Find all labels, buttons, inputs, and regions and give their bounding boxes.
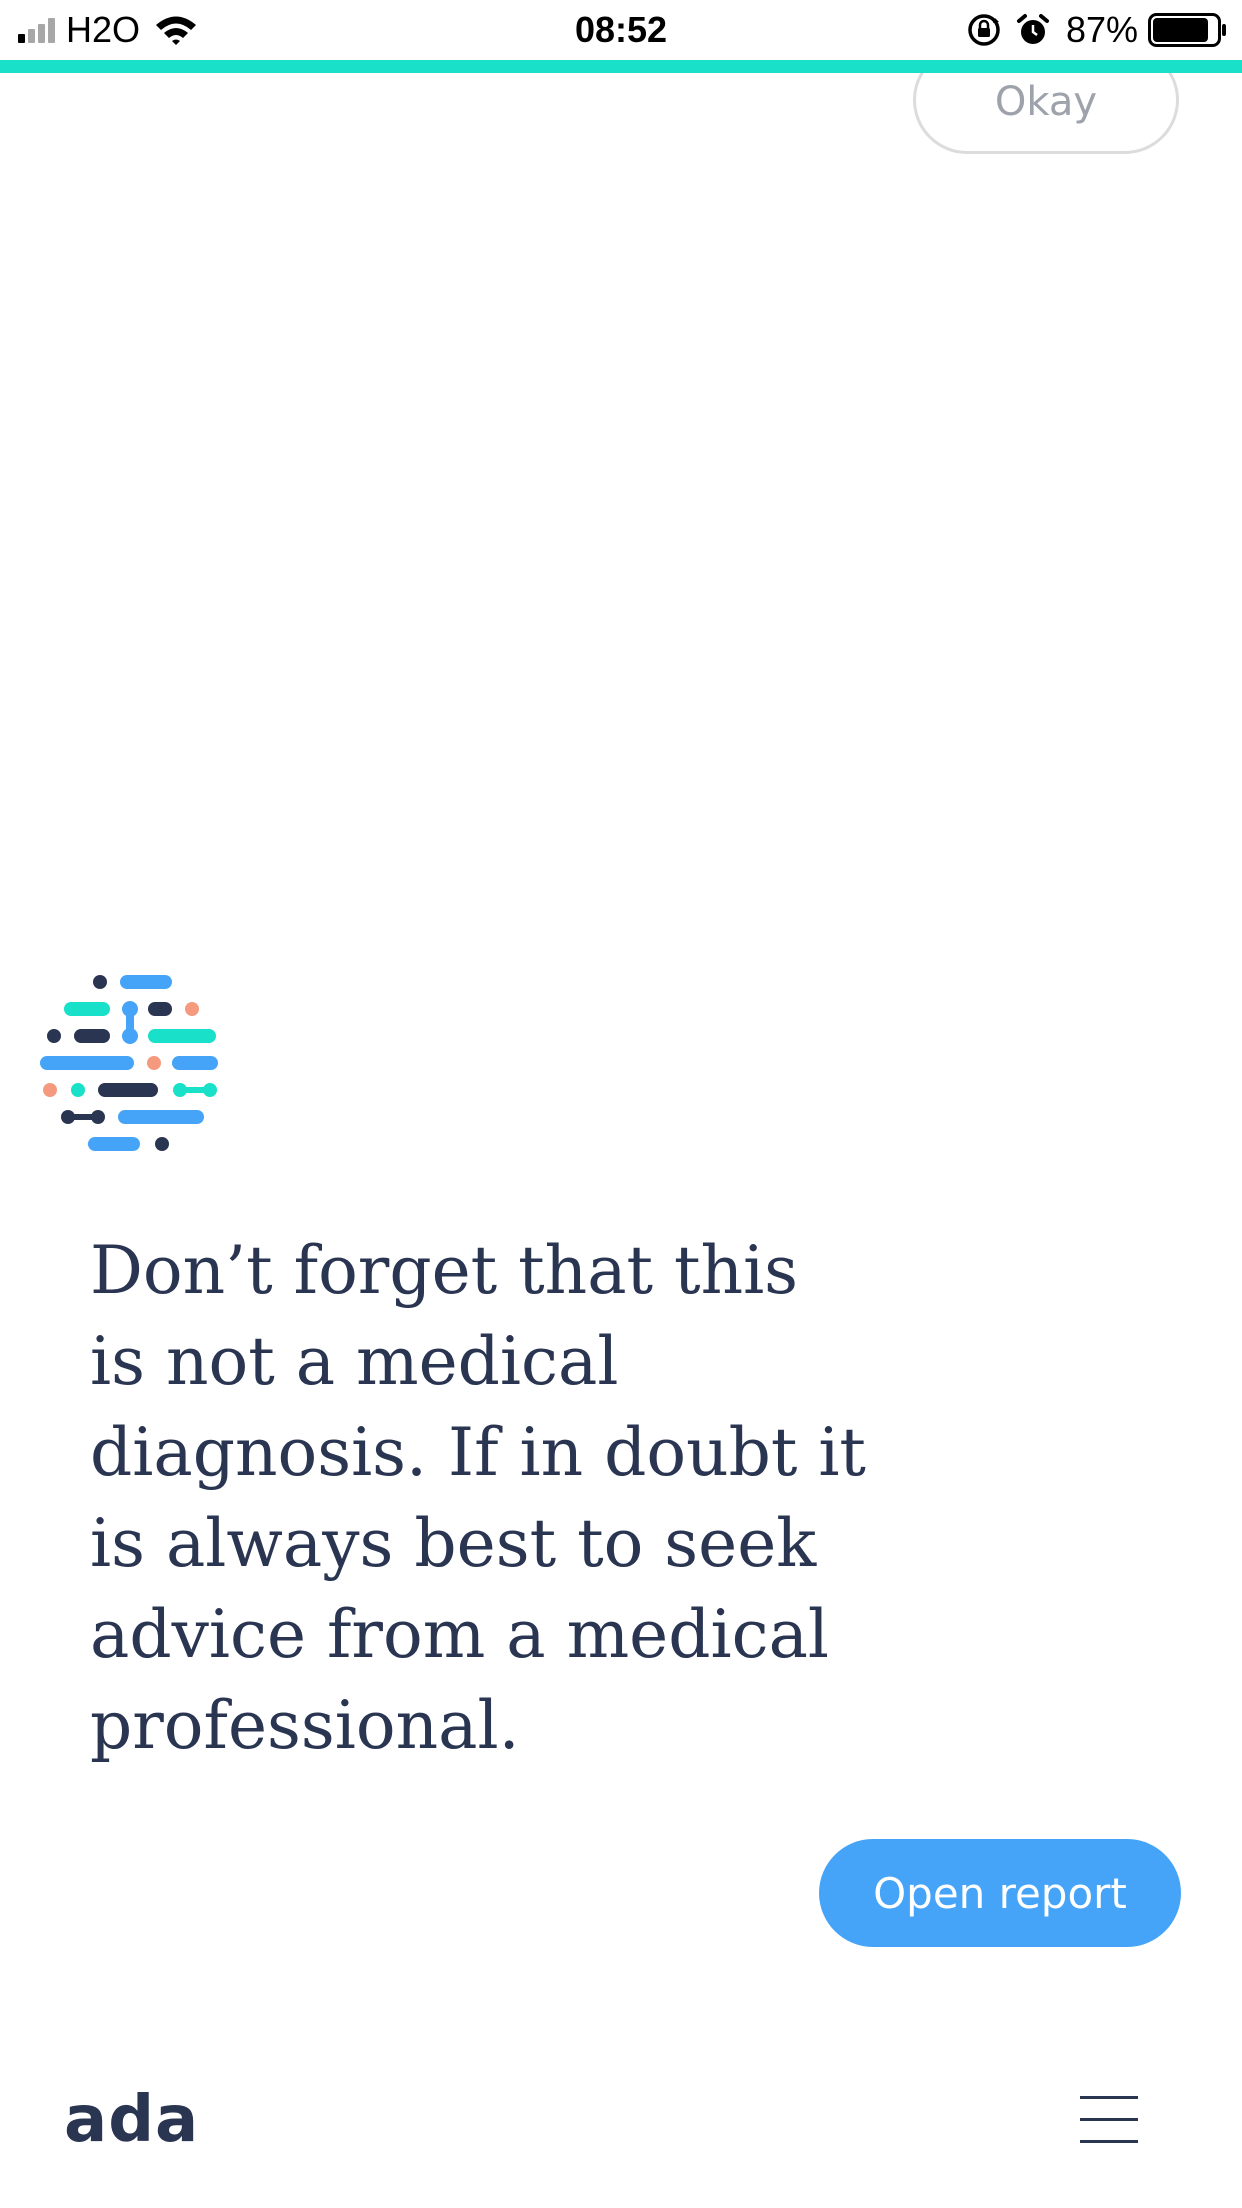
status-bar-right-overlay: 87% bbox=[966, 8, 1228, 52]
hamburger-menu-icon[interactable] bbox=[1080, 2096, 1140, 2144]
progress-accent-bar bbox=[0, 60, 1242, 73]
rotation-lock-icon bbox=[968, 14, 1000, 46]
open-report-button[interactable]: Open report bbox=[819, 1839, 1181, 1947]
disclaimer-message: Don’t forget that this is not a medical … bbox=[90, 1232, 866, 1764]
status-bar-overlay: H2O 08:52 87% bbox=[0, 0, 1242, 60]
ada-logo: ada bbox=[64, 2083, 200, 2157]
okay-button-label: Okay bbox=[994, 78, 1098, 125]
battery-icon bbox=[1148, 13, 1226, 47]
battery-percent: 87% bbox=[1065, 9, 1138, 50]
alarm-icon bbox=[1016, 14, 1049, 44]
ada-logo-mark-icon bbox=[40, 975, 218, 1151]
